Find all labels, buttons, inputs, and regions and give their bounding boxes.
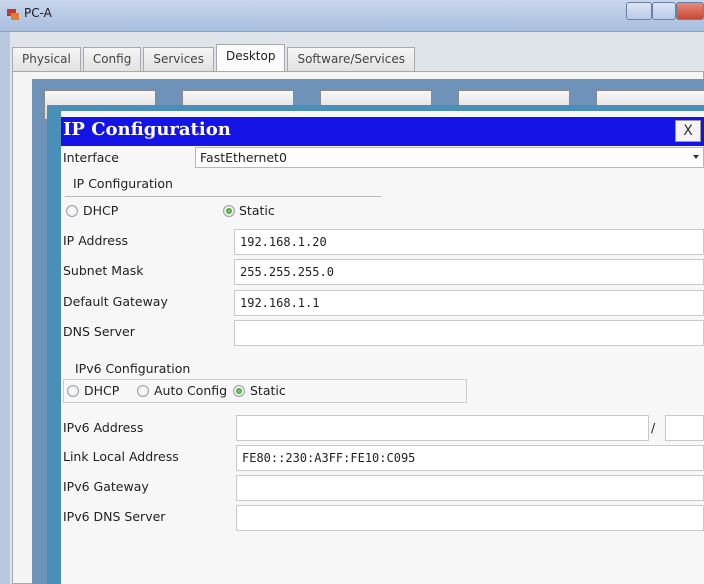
ipv6-dns-server-label: IPv6 DNS Server — [63, 509, 166, 524]
link-local-address-field[interactable]: FE80::230:A3FF:FE10:C095 — [236, 445, 704, 471]
ipv6-gateway-label: IPv6 Gateway — [63, 479, 149, 494]
tab-physical[interactable]: Physical — [12, 47, 81, 71]
ipv4-section-divider — [65, 196, 381, 197]
dialog-close-button[interactable]: X — [675, 120, 701, 142]
window-titlebar: PC-A — [0, 0, 704, 32]
ipv6-dhcp-label: DHCP — [84, 383, 120, 398]
subnet-mask-label: Subnet Mask — [63, 263, 144, 278]
dns-server-field[interactable] — [234, 320, 704, 346]
ipv4-dhcp-radio[interactable] — [66, 205, 78, 217]
maximize-button[interactable] — [652, 2, 676, 20]
minimize-button[interactable] — [626, 2, 652, 20]
window-left-border — [0, 32, 10, 584]
ipv6-static-label: Static — [250, 383, 286, 398]
ipv4-section-label: IP Configuration — [73, 176, 173, 191]
ip-address-field[interactable]: 192.168.1.20 — [234, 229, 704, 255]
ip-address-label: IP Address — [63, 233, 128, 248]
dns-server-label: DNS Server — [63, 324, 135, 339]
ipv6-address-field[interactable] — [236, 415, 649, 441]
dialog-titlebar: IP Configuration X — [61, 117, 704, 146]
ipv4-static-radio[interactable] — [223, 205, 235, 217]
interface-select-value: FastEthernet0 — [200, 150, 287, 165]
ipv6-auto-config-label: Auto Config — [154, 383, 228, 398]
tab-bar: Physical Config Services Desktop Softwar… — [12, 44, 417, 71]
ipv6-prefix-separator: / — [651, 420, 656, 435]
dialog-title: IP Configuration — [63, 119, 231, 140]
tab-software-services[interactable]: Software/Services — [287, 47, 415, 71]
window-title: PC-A — [24, 6, 52, 20]
ipv6-dhcp-radio[interactable] — [67, 385, 79, 397]
ipv6-address-label: IPv6 Address — [63, 420, 144, 435]
window-controls — [626, 2, 704, 20]
ipv6-dns-server-field[interactable] — [236, 505, 704, 531]
pc-app-icon — [7, 9, 19, 20]
close-window-button[interactable] — [676, 2, 704, 20]
interface-label: Interface — [63, 150, 119, 165]
link-local-address-label: Link Local Address — [63, 449, 179, 464]
ipv4-dhcp-label: DHCP — [83, 203, 119, 218]
ipv4-static-label: Static — [239, 203, 275, 218]
subnet-mask-field[interactable]: 255.255.255.0 — [234, 259, 704, 285]
ipv6-gateway-field[interactable] — [236, 475, 704, 501]
tab-config[interactable]: Config — [82, 47, 142, 71]
default-gateway-field[interactable]: 192.168.1.1 — [234, 290, 704, 316]
ipv6-section-label: IPv6 Configuration — [75, 361, 191, 376]
tab-desktop[interactable]: Desktop — [215, 44, 286, 71]
chevron-down-icon — [693, 155, 699, 159]
ipv6-auto-config-radio[interactable] — [137, 385, 149, 397]
tab-services[interactable]: Services — [143, 47, 214, 71]
ipv6-prefix-field[interactable] — [665, 415, 704, 441]
ip-configuration-dialog: IP Configuration X Interface FastEtherne… — [47, 105, 704, 584]
interface-select[interactable]: FastEthernet0 — [195, 147, 704, 168]
default-gateway-label: Default Gateway — [63, 294, 168, 309]
ipv6-static-radio[interactable] — [233, 385, 245, 397]
